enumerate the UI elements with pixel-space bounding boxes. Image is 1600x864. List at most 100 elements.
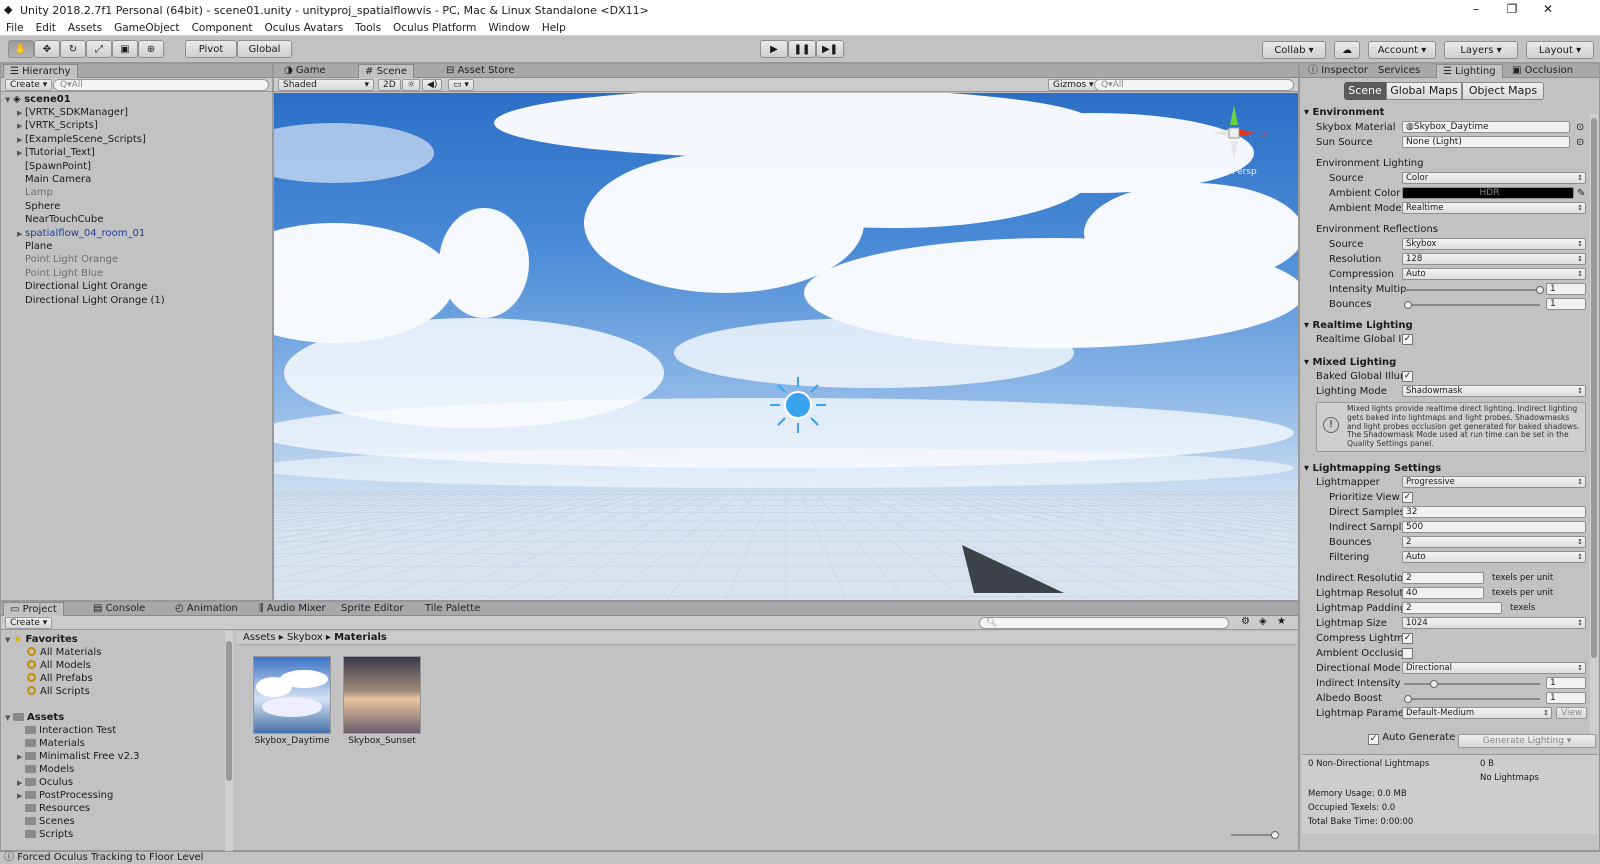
minimize-icon[interactable]: – (1458, 0, 1494, 20)
thumb-size-knob[interactable] (1271, 831, 1279, 839)
tree-scroll-thumb[interactable] (226, 641, 232, 781)
indirect-intensity-slider-knob[interactable] (1430, 680, 1439, 688)
lighting-scroll-thumb[interactable] (1591, 118, 1597, 658)
tab-project[interactable]: ▭ Project (3, 602, 64, 616)
direct-samples-field[interactable]: 32 (1402, 506, 1586, 518)
lighting-scrollbar[interactable] (1590, 114, 1598, 734)
tab-services[interactable]: Services (1372, 64, 1426, 78)
move-tool-icon[interactable]: ✥ (34, 40, 60, 58)
hierarchy-item[interactable]: Sphere (17, 200, 60, 213)
favorite-item[interactable]: All Scripts (27, 685, 90, 698)
menu-window[interactable]: Window (488, 22, 529, 34)
menu-edit[interactable]: Edit (36, 22, 56, 34)
breadcrumb-assets[interactable]: Assets (243, 632, 276, 643)
hierarchy-item[interactable]: Plane (17, 240, 52, 253)
ambient-mode-dropdown[interactable]: Realtime (1402, 202, 1586, 214)
intensity-slider-knob[interactable] (1536, 286, 1544, 294)
audio-icon[interactable]: ◀) (422, 79, 443, 91)
scene-search-input[interactable]: Q▾All (1094, 79, 1294, 91)
menu-help[interactable]: Help (542, 22, 566, 34)
compress-checkbox[interactable]: ✓ (1402, 633, 1413, 644)
scene-root[interactable]: ▼ ◈ scene01 (5, 93, 71, 106)
tab-console[interactable]: ▤ Console (87, 602, 151, 616)
menu-component[interactable]: Component (192, 22, 253, 34)
view-params-button[interactable]: View (1556, 707, 1588, 719)
ambient-color-swatch[interactable]: HDR (1402, 187, 1574, 199)
sun-picker-icon[interactable]: ⊙ (1576, 135, 1584, 150)
account-dropdown[interactable]: Account ▾ (1368, 41, 1436, 59)
realtime-header[interactable]: ▾ Realtime Lighting (1304, 319, 1413, 333)
project-create-dropdown[interactable]: Create ▾ (5, 617, 53, 629)
step-icon[interactable]: ▶❚ (816, 40, 844, 58)
favorite-item[interactable]: All Prefabs (27, 672, 93, 685)
bounces-slider-track[interactable] (1404, 304, 1540, 306)
scene-lighting-icon[interactable]: ☼ (402, 79, 421, 91)
hierarchy-search-input[interactable]: Q▾All (53, 79, 269, 91)
hierarchy-item[interactable]: [SpawnPoint] (17, 160, 91, 173)
padding-field[interactable]: 2 (1402, 602, 1502, 614)
hierarchy-item[interactable]: Main Camera (17, 173, 91, 186)
hierarchy-create-dropdown[interactable]: Create ▾ (5, 79, 53, 91)
tab-scene[interactable]: # Scene (358, 64, 415, 78)
menu-oculus-avatars[interactable]: Oculus Avatars (265, 22, 344, 34)
layers-dropdown[interactable]: Layers ▾ (1444, 41, 1518, 59)
hierarchy-item[interactable]: ▶ [VRTK_Scripts] (17, 119, 98, 132)
folder-item[interactable]: ▶ Minimalist Free v2.3 (17, 750, 139, 763)
indirect-intensity-field[interactable]: 1 (1546, 677, 1586, 689)
tab-game[interactable]: ◑ Game (278, 64, 332, 78)
pause-icon[interactable]: ❚❚ (788, 40, 816, 58)
tab-audio-mixer[interactable]: ⫼ Audio Mixer (253, 602, 332, 616)
skybox-sunset-thumb[interactable] (343, 656, 421, 734)
breadcrumb-skybox[interactable]: Skybox (287, 632, 323, 643)
bounces-slider-knob[interactable] (1404, 301, 1412, 309)
tab-tile-palette[interactable]: Tile Palette (419, 602, 486, 616)
fold-arrow-icon[interactable]: ▶ (17, 147, 25, 160)
folder-item[interactable]: Scripts (17, 828, 73, 841)
dirmode-dropdown[interactable]: Directional (1402, 662, 1586, 674)
hierarchy-item[interactable]: ▶ [Tutorial_Text] (17, 146, 95, 159)
tab-sprite-editor[interactable]: Sprite Editor (335, 602, 409, 616)
skybox-daytime-thumb[interactable] (253, 656, 331, 734)
project-search-input[interactable]: 🔍︎ (979, 617, 1229, 629)
folder-item[interactable]: Materials (17, 737, 85, 750)
tree-scrollbar[interactable] (225, 631, 233, 851)
hierarchy-item[interactable]: ▶ [ExampleScene_Scripts] (17, 133, 146, 146)
indirect-intensity-slider-track[interactable] (1404, 683, 1540, 685)
hierarchy-item[interactable]: ▶ [VRTK_SDKManager] (17, 106, 128, 119)
breadcrumb-materials[interactable]: Materials (334, 632, 387, 643)
lightmap-res-field[interactable]: 40 (1402, 587, 1484, 599)
scene-viewport[interactable]: x Persp (274, 93, 1298, 600)
menu-tools[interactable]: Tools (355, 22, 381, 34)
favorites-node[interactable]: ▼ ★ Favorites (5, 633, 78, 646)
menu-gameobject[interactable]: GameObject (114, 22, 179, 34)
lightmapping-header[interactable]: ▾ Lightmapping Settings (1304, 462, 1441, 476)
lm-bounces-dropdown[interactable]: 2 (1402, 536, 1586, 548)
hierarchy-item[interactable]: Point Light Orange (17, 253, 118, 266)
object-picker-icon[interactable]: ⊙ (1576, 120, 1584, 135)
fold-arrow-icon[interactable]: ▶ (17, 134, 25, 147)
favorite-item[interactable]: All Materials (27, 646, 101, 659)
cloud-icon[interactable]: ☁ (1334, 41, 1360, 59)
intensity-slider-track[interactable] (1404, 289, 1540, 291)
favorite-star-icon[interactable]: ★ (1277, 616, 1286, 627)
resolution-dropdown[interactable]: 128 (1402, 253, 1586, 265)
indirect-res-field[interactable]: 2 (1402, 572, 1484, 584)
maximize-icon[interactable]: ❐ (1494, 0, 1530, 20)
indirect-samples-field[interactable]: 500 (1402, 521, 1586, 533)
skybox-material-field[interactable]: ◍Skybox_Daytime (1402, 121, 1570, 133)
sun-source-field[interactable]: None (Light) (1402, 136, 1570, 148)
fold-arrow-icon[interactable]: ▶ (17, 107, 25, 120)
menu-assets[interactable]: Assets (68, 22, 102, 34)
eyedropper-icon[interactable]: ✎ (1577, 186, 1585, 201)
filtering-dropdown[interactable]: Auto (1402, 551, 1586, 563)
transform-tool-icon[interactable]: ⊕ (138, 40, 164, 58)
collab-button[interactable]: Collab ▾ (1262, 41, 1326, 59)
subtab-scene[interactable]: Scene (1344, 82, 1386, 100)
directional-light-gizmo-icon[interactable] (770, 377, 826, 433)
folder-item[interactable]: Scenes (17, 815, 75, 828)
compression-dropdown[interactable]: Auto (1402, 268, 1586, 280)
play-icon[interactable]: ▶ (760, 40, 788, 58)
lightmap-size-dropdown[interactable]: 1024 (1402, 617, 1586, 629)
tab-hierarchy[interactable]: ☰ Hierarchy (3, 64, 78, 78)
source-dropdown[interactable]: Color (1402, 172, 1586, 184)
